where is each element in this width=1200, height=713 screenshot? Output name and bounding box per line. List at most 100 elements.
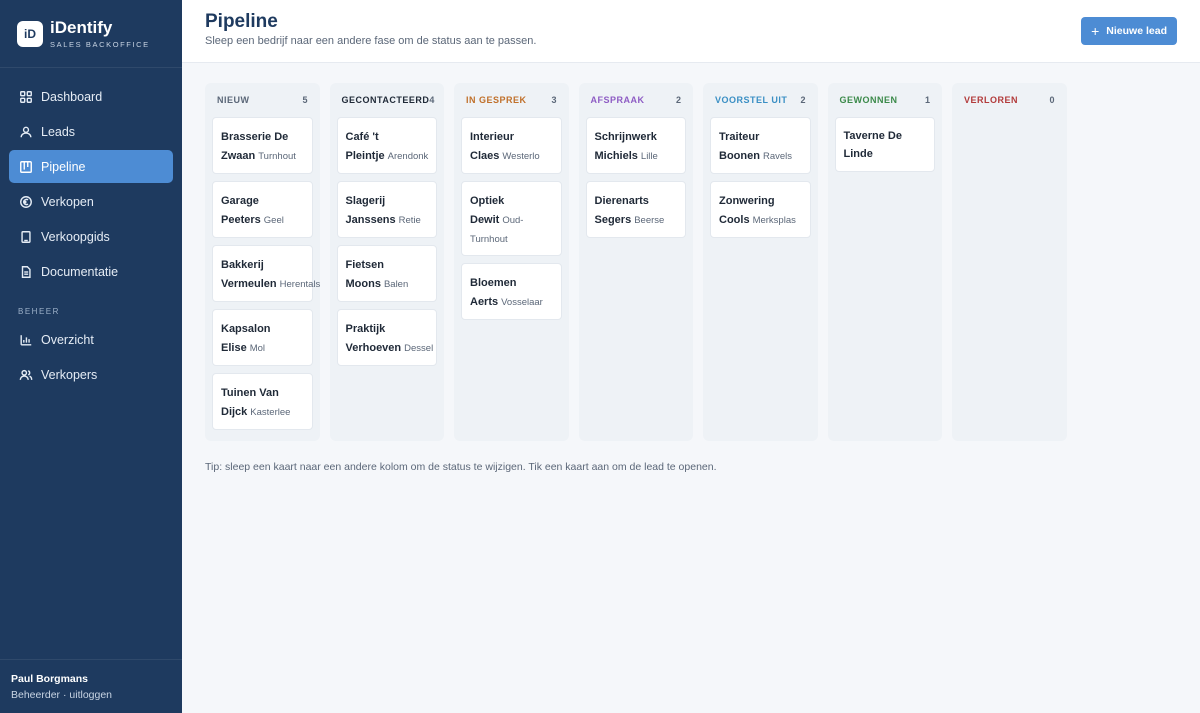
sidebar-item-documentatie[interactable]: Documentatie [9, 255, 173, 288]
column-title: NIEUW [217, 95, 250, 105]
sidebar-item-label: Verkoopgids [41, 229, 110, 244]
lead-city: Herentals [279, 279, 321, 290]
column-verloren[interactable]: VERLOREN 0 [952, 83, 1067, 441]
lead-card[interactable]: Traiteur Boonen Ravels [710, 117, 811, 174]
lead-card[interactable]: Schrijnwerk Michiels Lille [585, 117, 686, 174]
sidebar-item-verkopers[interactable]: Verkopers [9, 358, 173, 391]
column-gecontacteerd[interactable]: GECONTACTEERD 4 Café 't Pleintje Arendonk Sl… [329, 83, 444, 441]
lead-city: Kasterlee [250, 407, 291, 418]
lead-card[interactable]: Brasserie De Zwaan Turnhout [212, 117, 313, 174]
sidebar-item-label: Documentatie [41, 264, 119, 279]
lead-name: Garage Peeters [221, 195, 261, 226]
lead-name: Taverne De Linde [843, 130, 903, 160]
lead-name: Slagerij Janssens [345, 195, 396, 226]
sidebar-item-label: Overzicht [41, 332, 94, 347]
column-title: GEWONNEN [839, 95, 898, 105]
lead-name: Fietsen Moons [345, 259, 385, 290]
column-title: VERLOREN [964, 95, 1019, 105]
sidebar-item-dashboard[interactable]: Dashboard [9, 80, 173, 113]
page-header: Pipeline Sleep een bedrijf naar een ande… [182, 0, 1200, 63]
column-header: IN GESPREK 3 [461, 83, 562, 117]
column-in-gesprek[interactable]: IN GESPREK 3 Interieur Claes Westerlo Optiek… [454, 83, 569, 441]
lead-card[interactable]: Garage Peeters Geel [212, 181, 313, 238]
lead-card[interactable]: Zonwering Cools Merksplas [710, 181, 811, 238]
lead-card[interactable]: Tuinen Van Dijck Kasterlee [212, 373, 313, 430]
lead-city: Retie [398, 215, 421, 226]
lead-card[interactable]: Fietsen Moons Balen [336, 245, 437, 302]
users-icon [19, 368, 33, 382]
column-header: NIEUW 5 [212, 83, 313, 117]
logout-link[interactable]: uitloggen [69, 689, 112, 701]
column-title: VOORSTEL UIT [715, 95, 788, 105]
tip-text: Tip: sleep een kaart naar een andere kol… [205, 461, 717, 473]
user-panel: Paul Borgmans Beheerder · uitloggen [0, 659, 182, 713]
sidebar-item-overzicht[interactable]: Overzicht [9, 323, 173, 356]
column-afspraak[interactable]: AFSPRAAK 2 Schrijnwerk Michiels Lille Dieren… [578, 83, 693, 441]
bar-chart-icon [19, 333, 33, 347]
lead-card[interactable]: Interieur Claes Westerlo [461, 117, 562, 174]
lead-name: Café 't Pleintje [345, 131, 385, 162]
column-count: 1 [924, 95, 930, 105]
lead-city: Geel [263, 215, 284, 226]
lead-card[interactable]: Bakkerij Vermeulen Herentals [212, 245, 320, 302]
sidebar-item-label: Dashboard [41, 89, 103, 104]
brand-logo: iD [17, 20, 43, 47]
lead-card[interactable]: Slagerij Janssens Retie [336, 181, 437, 238]
page-title: Pipeline [205, 11, 278, 32]
sidebar-item-verkoopgids[interactable]: Verkoopgids [9, 220, 173, 253]
kanban-icon [19, 160, 33, 174]
column-title: IN GESPREK [466, 95, 527, 105]
column-count: 2 [800, 95, 806, 105]
lead-city: Dessel [404, 343, 434, 354]
lead-card[interactable]: Café 't Pleintje Arendonk [336, 117, 437, 174]
lead-city: Arendonk [387, 151, 429, 162]
nav-section-label: BEHEER [18, 307, 60, 316]
sidebar-item-leads[interactable]: Leads [9, 115, 173, 148]
lead-name: Optiek Dewit [470, 195, 505, 226]
lead-card[interactable]: Kapsalon Elise Mol [212, 309, 313, 366]
sidebar: iD iDentify SALES BACKOFFICE Dashboard Le… [0, 0, 182, 713]
grid-icon [19, 90, 33, 104]
lead-name: Bakkerij Vermeulen [221, 259, 277, 290]
user-name: Paul Borgmans [11, 673, 89, 685]
lead-name: Praktijk Verhoeven [345, 323, 402, 354]
lead-city: Mol [249, 343, 265, 354]
column-count: 5 [302, 95, 308, 105]
sidebar-item-label: Verkopers [41, 367, 98, 382]
lead-card[interactable]: Taverne De Linde [834, 117, 935, 172]
user-separator: · [60, 689, 70, 701]
user-role: Beheerder [11, 689, 61, 701]
lead-card[interactable]: Bloemen Aerts Vosselaar [461, 263, 562, 320]
lead-city: Balen [383, 279, 409, 290]
sidebar-item-label: Pipeline [41, 159, 86, 174]
column-nieuw[interactable]: NIEUW 5 Brasserie De Zwaan Turnhout Garage P… [205, 83, 320, 441]
column-title: GECONTACTEERD [341, 95, 430, 105]
sidebar-item-pipeline[interactable]: Pipeline [9, 150, 173, 183]
column-header: VOORSTEL UIT 2 [710, 83, 811, 117]
column-count: 0 [1049, 95, 1055, 105]
sidebar-item-verkopen[interactable]: Verkopen [9, 185, 173, 218]
page-subtitle: Sleep een bedrijf naar een andere fase o… [205, 35, 537, 47]
column-gewonnen[interactable]: GEWONNEN 1 Taverne De Linde [827, 83, 942, 441]
sidebar-item-label: Leads [41, 124, 76, 139]
lead-card[interactable]: Praktijk Verhoeven Dessel [336, 309, 437, 366]
new-lead-button[interactable]: + Nieuwe lead [1081, 17, 1177, 45]
lead-city: Beerse [634, 215, 665, 226]
brand-name: iDentify [50, 17, 113, 37]
column-title: AFSPRAAK [590, 95, 645, 105]
column-voorstel-uit[interactable]: VOORSTEL UIT 2 Traiteur Boonen Ravels Zonwer… [703, 83, 818, 441]
brand[interactable]: iD iDentify SALES BACKOFFICE [0, 0, 182, 68]
column-header: GECONTACTEERD 4 [337, 83, 438, 117]
column-header: GEWONNEN 1 [835, 83, 936, 117]
column-count: 2 [675, 95, 681, 105]
new-lead-label: Nieuwe lead [1106, 25, 1167, 37]
lead-city: Vosselaar [501, 297, 543, 308]
sidebar-nav: Dashboard Leads Pipeline Verkopen Verkoopgid… [0, 68, 182, 391]
lead-card[interactable]: Dierenarts Segers Beerse [585, 181, 686, 238]
pipeline-board: NIEUW 5 Brasserie De Zwaan Turnhout Garage P… [205, 83, 1067, 441]
lead-card[interactable]: Optiek Dewit Oud-Turnhout [461, 181, 562, 256]
brand-subtitle: SALES BACKOFFICE [50, 39, 150, 49]
euro-icon [19, 195, 33, 209]
document-icon [19, 265, 33, 279]
column-header: VERLOREN 0 [959, 83, 1060, 117]
